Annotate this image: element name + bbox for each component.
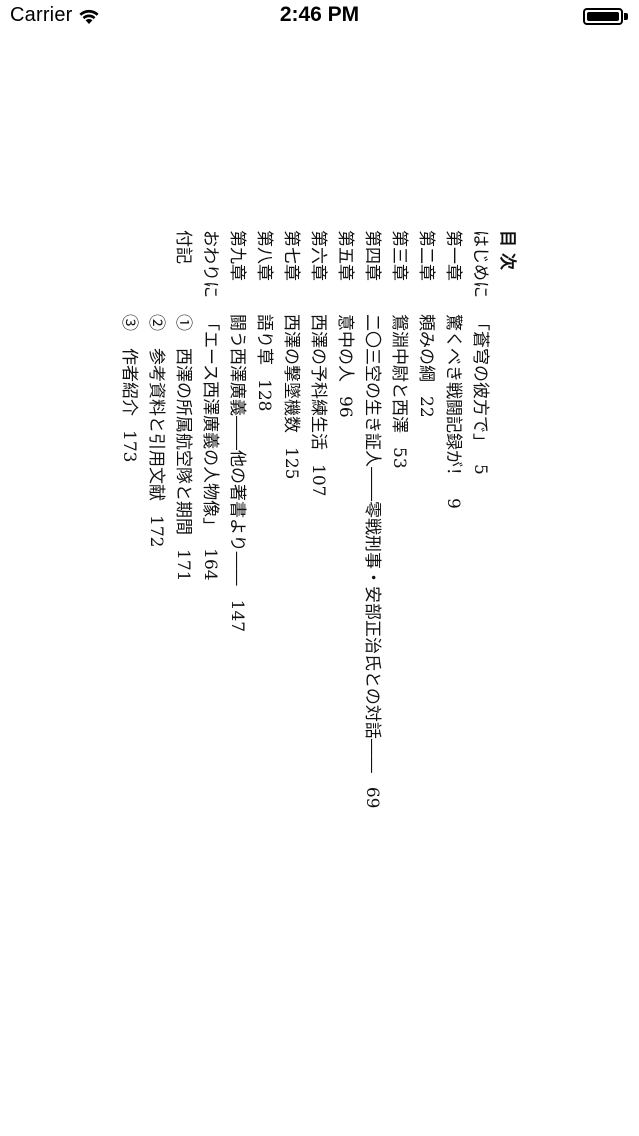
toc-entry-text: 西澤の撃墜機数 [281, 314, 301, 433]
toc-entry-page: 172 [146, 515, 166, 548]
toc-entry-text: 意中の人 [335, 314, 355, 382]
toc-entry-text: 頼みの綱 [416, 314, 436, 382]
toc-entry[interactable]: 第五章意中の人 96 [331, 230, 358, 790]
toc-entry[interactable]: ② 参考資料と引用文献 172 [142, 230, 169, 790]
toc-entry-text: 「蒼穹の彼方で」 [470, 314, 490, 450]
toc-entry-page: 96 [335, 396, 355, 418]
toc-entry-label: 第四章 [362, 230, 382, 281]
toc-entry-label: 第二章 [416, 230, 436, 281]
toc-entry-page: 128 [254, 379, 274, 412]
toc-entry-text: 驚くべき戦闘記録が！ [443, 314, 463, 484]
toc-entry-label: 第六章 [308, 230, 328, 281]
toc-entry-label: 第九章 [227, 230, 247, 281]
toc-entry-label: おわりに [200, 230, 220, 298]
toc-entry-label: 第五章 [335, 230, 355, 281]
toc-entry-page: 69 [362, 786, 382, 809]
toc-entry[interactable]: おわりに「エース西澤廣義の人物像」 164 [196, 230, 223, 790]
toc-entry[interactable]: 第四章二〇三空の生き証人――零戦刑事・安部正治氏との対話―― 69 [358, 230, 385, 808]
toc-entry-page: 107 [308, 464, 328, 497]
toc-entry-text: ① 西澤の所属航空隊と期間 [173, 314, 193, 535]
toc-entry-text: 闘う西澤廣義――他の著書より―― [227, 314, 247, 586]
toc-entry-label: 第八章 [254, 230, 274, 281]
toc-entry-label: 第三章 [389, 230, 409, 281]
toc-entry[interactable]: はじめに「蒼穹の彼方で」 5 [466, 230, 493, 790]
toc-entry[interactable]: 第三章鴛淵中尉と西澤 53 [385, 230, 412, 790]
toc-entry-page: 53 [389, 447, 409, 469]
toc-entry[interactable]: 付記 ① 西澤の所属航空隊と期間 171 [169, 230, 196, 790]
toc-entry-text: ② 参考資料と引用文献 [146, 314, 166, 501]
toc-entry-text: 西澤の予科練生活 [308, 314, 328, 450]
toc-entry-text: 二〇三空の生き証人――零戦刑事・安部正治氏との対話―― [362, 314, 382, 773]
toc-entry-label: 第一章 [443, 230, 463, 281]
toc-entry-text: 語り草 [254, 314, 274, 365]
toc-entry-label: はじめに [470, 230, 490, 298]
toc-entry[interactable]: 第八章語り草 128 [250, 230, 277, 790]
book-page: 目次 はじめに「蒼穹の彼方で」 5 第一章驚くべき戦闘記録が！ 9 第二章頼みの綱 2… [0, 0, 639, 1136]
toc-entry[interactable]: 第一章驚くべき戦闘記録が！ 9 [439, 230, 466, 790]
toc-entry-label: 付記 [173, 230, 193, 264]
table-of-contents: 目次 はじめに「蒼穹の彼方で」 5 第一章驚くべき戦闘記録が！ 9 第二章頼みの綱 2… [88, 230, 528, 808]
toc-entry-text: ③ 作者紹介 [119, 314, 139, 416]
toc-entry[interactable]: 第九章闘う西澤廣義――他の著書より―― 147 [223, 230, 250, 790]
toc-entry-label: 第七章 [281, 230, 301, 281]
toc-entry-text: 「エース西澤廣義の人物像」 [200, 314, 220, 535]
toc-entry-page: 147 [227, 599, 247, 633]
toc-entry[interactable]: ③ 作者紹介 173 [115, 230, 142, 790]
toc-entry-text: 鴛淵中尉と西澤 [389, 314, 409, 433]
toc-entry-page: 125 [281, 447, 301, 480]
toc-entry[interactable]: 第二章頼みの綱 22 [412, 230, 439, 790]
toc-entry-page: 9 [443, 498, 463, 509]
toc-entry-page: 22 [416, 396, 436, 418]
toc-title-column: 目次 [493, 230, 528, 790]
toc-entry[interactable]: 第六章西澤の予科練生活 107 [304, 230, 331, 790]
toc-entry[interactable]: 第七章西澤の撃墜機数 125 [277, 230, 304, 790]
toc-entry-page: 164 [200, 548, 220, 581]
toc-entry-page: 171 [173, 549, 193, 582]
toc-title: 目次 [497, 230, 517, 276]
toc-entry-page: 173 [119, 430, 139, 463]
toc-entry-page: 5 [470, 464, 490, 475]
